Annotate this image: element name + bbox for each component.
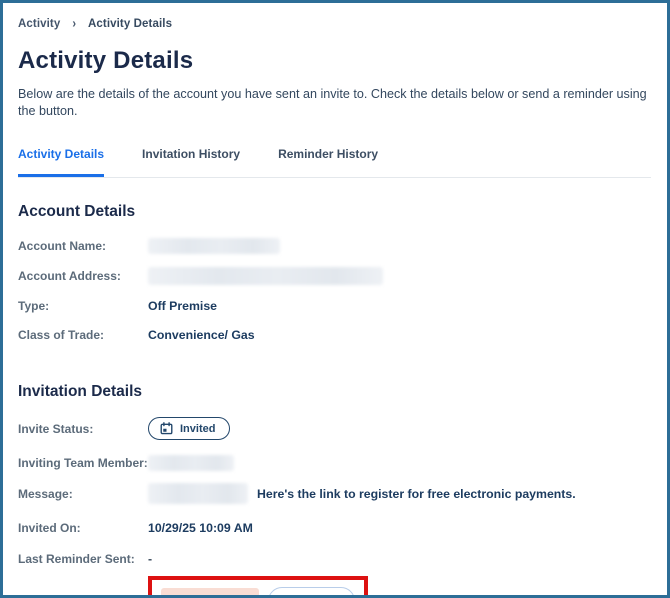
- edit-invite-button[interactable]: Edit Invite: [268, 587, 355, 598]
- tab-bar: Activity Details Invitation History Remi…: [18, 143, 651, 178]
- account-details-section: Account Details Account Name: Account Ad…: [18, 203, 651, 343]
- table-row: Message: Here's the link to register for…: [18, 483, 651, 504]
- invitation-details-section: Invitation Details Invite Status: Invite…: [18, 383, 651, 598]
- class-of-trade-value: Convenience/ Gas: [148, 328, 255, 342]
- tab-reminder-history[interactable]: Reminder History: [278, 143, 378, 177]
- inviting-team-member-label: Inviting Team Member:: [18, 456, 148, 470]
- class-of-trade-label: Class of Trade:: [18, 328, 148, 342]
- table-row: Type: Off Premise: [18, 298, 651, 314]
- invited-status-badge: Invited: [148, 417, 230, 440]
- page-description: Below are the details of the account you…: [18, 86, 651, 120]
- chevron-right-icon: ›: [72, 17, 76, 31]
- breadcrumb: Activity › Activity Details: [18, 18, 651, 30]
- message-text: Here's the link to register for free ele…: [257, 487, 576, 501]
- tab-activity-details[interactable]: Activity Details: [18, 143, 104, 177]
- table-row: Inviting Team Member:: [18, 455, 651, 471]
- type-label: Type:: [18, 299, 148, 313]
- inviting-team-member-redacted-value: [148, 455, 234, 471]
- breadcrumb-activity[interactable]: Activity: [18, 18, 60, 30]
- page-title: Activity Details: [18, 47, 651, 75]
- invited-on-value: 10/29/25 10:09 AM: [148, 521, 253, 535]
- not-delivered-status-badge: Not Delivered: [161, 588, 259, 598]
- message-value: Here's the link to register for free ele…: [148, 483, 576, 504]
- account-address-redacted-value: [148, 267, 383, 285]
- table-row: Account Address:: [18, 267, 651, 285]
- table-row: Delivery Status: Not Delivered Edit Invi…: [18, 576, 651, 598]
- account-name-label: Account Name:: [18, 239, 148, 253]
- table-row: Last Reminder Sent: -: [18, 551, 651, 567]
- last-reminder-sent-label: Last Reminder Sent:: [18, 552, 148, 566]
- activity-details-page: Activity › Activity Details Activity Det…: [0, 0, 670, 598]
- invite-status-label: Invite Status:: [18, 422, 148, 436]
- delivery-status-label: Delivery Status:: [18, 594, 148, 598]
- invitation-details-heading: Invitation Details: [18, 383, 651, 401]
- account-address-label: Account Address:: [18, 269, 148, 283]
- table-row: Class of Trade: Convenience/ Gas: [18, 327, 651, 343]
- calendar-icon: [160, 422, 173, 435]
- message-redacted-value: [148, 483, 248, 504]
- type-value: Off Premise: [148, 299, 217, 313]
- tab-invitation-history[interactable]: Invitation History: [142, 143, 240, 177]
- invited-status-badge-label: Invited: [180, 423, 215, 435]
- account-details-heading: Account Details: [18, 203, 651, 221]
- account-name-redacted-value: [148, 238, 280, 254]
- annotation-highlight: Not Delivered Edit Invite: [148, 576, 368, 598]
- table-row: Invite Status: Invited: [18, 417, 651, 440]
- last-reminder-sent-value: -: [148, 552, 152, 566]
- table-row: Invited On: 10/29/25 10:09 AM: [18, 520, 651, 536]
- table-row: Account Name:: [18, 238, 651, 254]
- invited-on-label: Invited On:: [18, 521, 148, 535]
- message-label: Message:: [18, 487, 148, 501]
- breadcrumb-activity-details: Activity Details: [88, 18, 172, 30]
